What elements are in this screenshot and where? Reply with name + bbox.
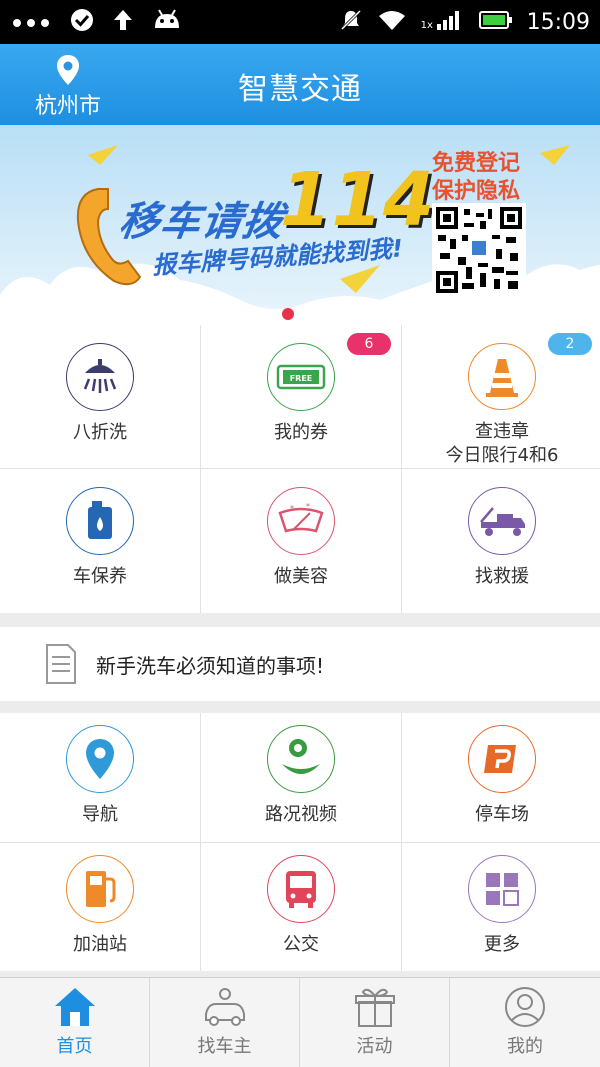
bottom-navigation: 首页 找车主 活动 我的 — [0, 977, 600, 1067]
clock: 15:09 — [526, 9, 590, 35]
paper-plane-icon — [88, 145, 118, 165]
tool-label: 公交 — [283, 934, 319, 955]
tool-traffic-video[interactable]: 路况视频 — [201, 713, 401, 842]
tab-activities[interactable]: 活动 — [300, 978, 450, 1067]
tool-label: 加油站 — [73, 934, 127, 955]
page-title: 智慧交通 — [238, 72, 362, 107]
bus-icon — [267, 855, 335, 923]
service-violations[interactable]: 2 查违章 今日限行4和6 — [402, 325, 600, 468]
tab-label: 找车主 — [197, 1036, 252, 1057]
signal-icon: 1x — [421, 8, 465, 36]
tool-gas-station[interactable]: 加油站 — [0, 843, 200, 971]
more-grid-icon — [468, 855, 536, 923]
service-maintenance[interactable]: 车保养 — [0, 469, 200, 613]
service-car-wash[interactable]: 八折洗 — [0, 325, 200, 468]
tool-label: 更多 — [484, 934, 520, 955]
app-header: 杭州市 智慧交通 — [0, 44, 600, 125]
camera-icon — [267, 725, 335, 793]
tab-label: 我的 — [507, 1036, 543, 1057]
service-label: 做美容 — [274, 566, 328, 587]
violation-count-badge: 2 — [548, 333, 592, 355]
car-owner-icon — [204, 988, 245, 1026]
home-icon — [54, 988, 95, 1026]
tool-label: 导航 — [82, 804, 118, 825]
tool-more[interactable]: 更多 — [402, 843, 600, 971]
network-type-label: 1x — [420, 20, 433, 31]
service-grid: 八折洗 6 FREE 我的券 2 查违章 今日限行4和6 车保养 * * 做美容 … — [0, 325, 600, 613]
check-circle-icon — [70, 8, 94, 36]
upload-arrow-icon — [112, 8, 134, 36]
tool-label: 路况视频 — [265, 804, 337, 825]
coupon-count-badge: 6 — [347, 333, 391, 355]
oil-can-icon — [66, 487, 134, 555]
plate-restriction-text: 今日限行4和6 — [445, 445, 559, 466]
svg-text:FREE: FREE — [290, 374, 313, 383]
tools-grid: 导航 路况视频 停车场 加油站 公交 更多 — [0, 713, 600, 971]
mute-icon — [339, 8, 363, 36]
parking-icon — [468, 725, 536, 793]
svg-text:*: * — [306, 502, 310, 511]
gift-icon — [354, 988, 395, 1027]
more-dots-icon — [12, 13, 52, 32]
carousel-indicator[interactable] — [282, 308, 314, 320]
coupon-icon: FREE — [267, 343, 335, 411]
windshield-icon: * * — [267, 487, 335, 555]
tip-title: 新手洗车必须知道的事项! — [96, 653, 325, 678]
carousel-dot[interactable] — [302, 308, 314, 320]
tab-find-owner[interactable]: 找车主 — [150, 978, 300, 1067]
tool-parking[interactable]: 停车场 — [402, 713, 600, 842]
article-tip[interactable]: 新手洗车必须知道的事项! — [0, 627, 600, 701]
document-icon — [46, 644, 76, 684]
profile-icon — [505, 987, 545, 1027]
tow-truck-icon — [468, 487, 536, 555]
wifi-icon — [377, 8, 407, 36]
shower-icon — [66, 343, 134, 411]
service-rescue[interactable]: 找救援 — [402, 469, 600, 613]
service-my-coupons[interactable]: 6 FREE 我的券 — [201, 325, 401, 468]
tab-profile[interactable]: 我的 — [450, 978, 600, 1067]
tab-home[interactable]: 首页 — [0, 978, 150, 1067]
traffic-cone-icon — [468, 343, 536, 410]
tab-label: 首页 — [56, 1036, 93, 1057]
tab-label: 活动 — [356, 1036, 393, 1057]
android-icon — [152, 8, 182, 36]
service-label: 车保养 — [73, 566, 127, 587]
service-label: 我的券 — [274, 422, 328, 443]
paper-plane-icon — [540, 145, 570, 165]
tool-navigation[interactable]: 导航 — [0, 713, 200, 842]
location-pin-icon — [66, 725, 134, 793]
tool-bus[interactable]: 公交 — [201, 843, 401, 971]
battery-icon — [478, 8, 513, 36]
carousel-dot[interactable] — [282, 308, 294, 320]
qr-code — [432, 203, 526, 297]
svg-text:*: * — [290, 504, 294, 513]
status-bar: 1x 15:09 — [0, 0, 600, 44]
banner-number: 114 — [280, 157, 435, 243]
service-label: 八折洗 — [73, 422, 127, 443]
service-label: 查违章 今日限行4和6 — [446, 420, 559, 468]
gas-pump-icon — [66, 855, 134, 923]
tool-label: 停车场 — [475, 804, 529, 825]
register-line-2: 保护隐私 — [432, 179, 521, 204]
service-label-line-1: 查违章 — [475, 421, 529, 442]
promo-banner[interactable]: 移车请拨 114 报车牌号码就能找到我! 免费登记 保护隐私 — [0, 125, 600, 325]
paper-plane-icon — [340, 265, 380, 293]
service-label: 找救援 — [475, 566, 529, 587]
service-beauty[interactable]: * * 做美容 — [201, 469, 401, 613]
